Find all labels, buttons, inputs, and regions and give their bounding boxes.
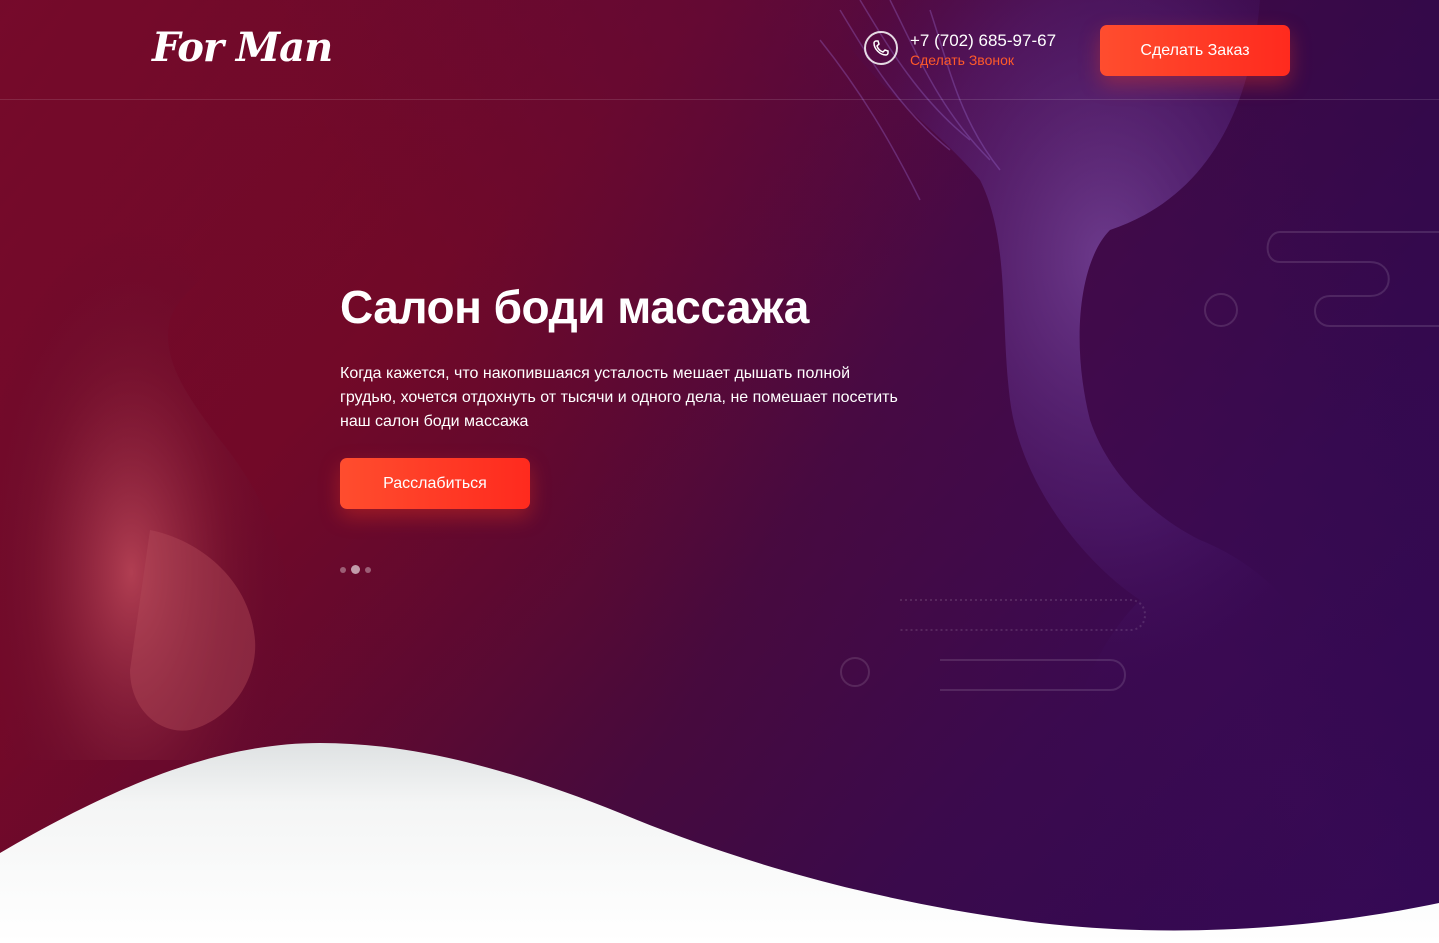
phone-icon-glyph: [873, 40, 889, 56]
hero-description: Когда кажется, что накопившаяся усталост…: [340, 365, 898, 430]
relax-button[interactable]: Расслабиться: [340, 458, 530, 509]
hero-background: [0, 0, 1439, 943]
slider-dot-3[interactable]: [365, 566, 371, 573]
hero-page: For Man +7 (702) 685-97-67 Сделать Звоно…: [0, 0, 1439, 943]
order-button[interactable]: Сделать Заказ: [1100, 25, 1290, 76]
site-header: For Man +7 (702) 685-97-67 Сделать Звоно…: [0, 0, 1439, 100]
slider-dots: [340, 565, 371, 574]
callback-link[interactable]: Сделать Звонок: [910, 52, 1014, 68]
slider-dot-1[interactable]: [340, 566, 346, 573]
phone-icon[interactable]: [864, 31, 898, 65]
phone-number[interactable]: +7 (702) 685-97-67: [910, 31, 1056, 51]
bottom-wave: [0, 743, 1439, 943]
slider-dot-2[interactable]: [351, 565, 360, 574]
hero-title: Салон боди массажа: [340, 281, 809, 333]
logo[interactable]: For Man: [152, 24, 333, 71]
